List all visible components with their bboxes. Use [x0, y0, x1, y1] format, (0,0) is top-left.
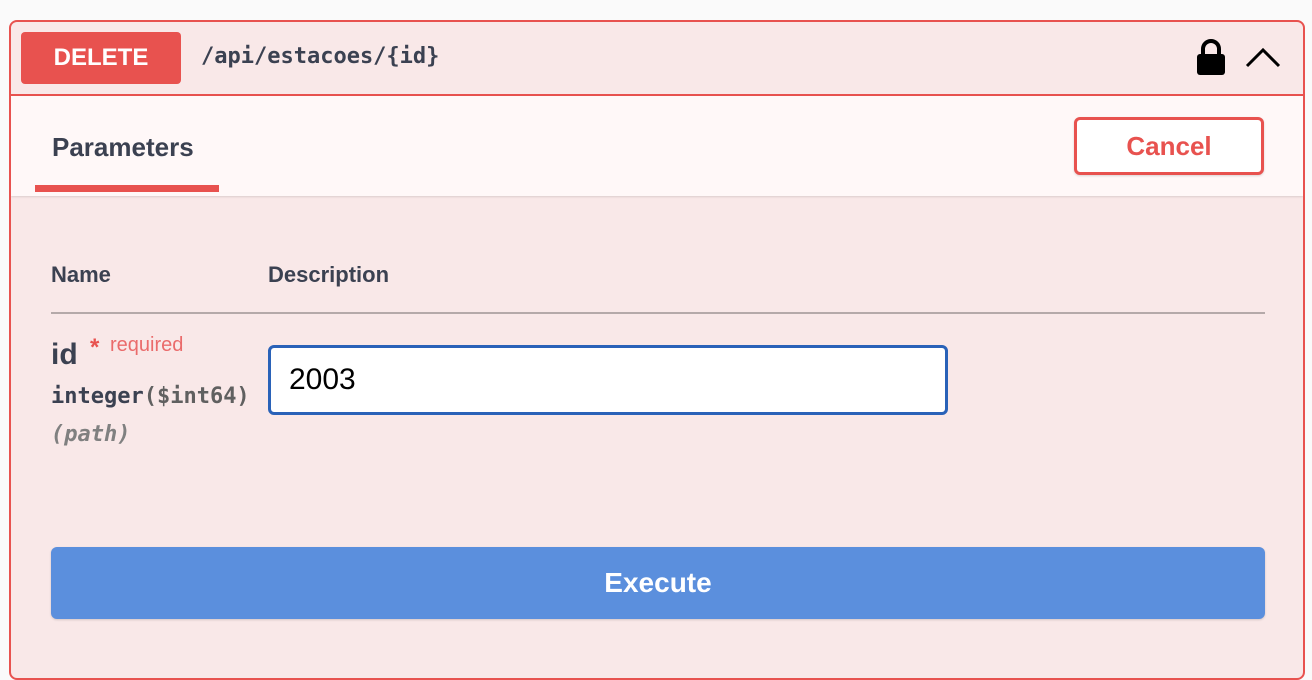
operation-summary[interactable]: DELETE /api/estacoes/{id}	[11, 22, 1303, 96]
column-header-description: Description	[268, 262, 390, 287]
required-label: required	[110, 334, 184, 356]
id-input[interactable]	[268, 345, 948, 415]
execute-button[interactable]: Execute	[51, 547, 1265, 619]
tab-active-underline	[35, 185, 219, 192]
parameters-table: Name Description id * required integer($…	[11, 196, 1303, 678]
required-asterisk: *	[90, 334, 100, 361]
method-badge: DELETE	[21, 32, 181, 84]
tab-parameters-label: Parameters	[52, 132, 194, 162]
operation-block: DELETE /api/estacoes/{id} Parameters Can…	[9, 20, 1305, 680]
lock-icon[interactable]	[1194, 38, 1228, 76]
cancel-button[interactable]: Cancel	[1074, 117, 1264, 175]
parameter-type: integer($int64)	[51, 384, 250, 409]
header-divider	[51, 312, 1265, 314]
parameters-header: Parameters Cancel	[11, 96, 1303, 196]
column-header-name: Name	[51, 262, 111, 287]
parameter-name: id	[51, 338, 78, 371]
parameter-format: ($int64)	[143, 384, 250, 409]
endpoint-path: /api/estacoes/{id}	[201, 44, 440, 69]
tab-parameters[interactable]: Parameters	[35, 96, 219, 194]
chevron-up-icon[interactable]	[1243, 42, 1283, 72]
parameter-type-name: integer	[51, 384, 144, 409]
parameter-location: (path)	[51, 422, 131, 447]
